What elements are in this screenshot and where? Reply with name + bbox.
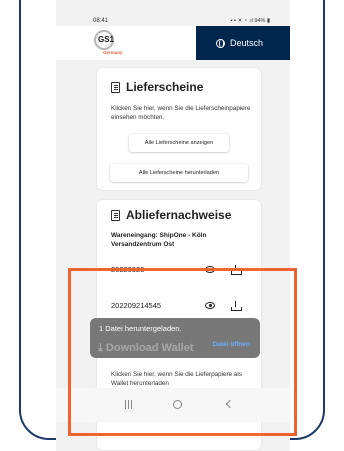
status-bar: 08:41 ▪ ▪ ✕ ◔ .ıl 94% ▮	[56, 10, 290, 26]
delivery-proofs-header: Abliefernachweise	[111, 208, 231, 222]
delivery-notes-header: Lieferscheine	[111, 80, 203, 94]
app-header: GS1 Germany Deutsch	[56, 26, 290, 60]
logo-subtext: Germany	[103, 50, 123, 55]
document-icon	[111, 209, 120, 221]
globe-icon	[216, 38, 225, 48]
download-all-delivery-notes-button[interactable]: Alle Lieferscheine herunterladen	[110, 164, 248, 182]
status-icons: ▪ ▪ ✕ ◔ .ıl 94% ▮	[230, 18, 270, 24]
highlight-box	[68, 268, 297, 436]
show-all-delivery-notes-button[interactable]: Alle Lieferscheine anzeigen	[129, 134, 229, 152]
logo-text: GS1	[98, 35, 115, 44]
receiving-location: Wareneingang: ShipOne - Köln Versandzent…	[111, 232, 207, 248]
document-icon	[111, 81, 120, 93]
battery-level: 94%	[254, 18, 266, 24]
gs1-logo[interactable]: GS1 Germany	[94, 30, 123, 56]
screenshot-canvas: 08:41 ▪ ▪ ✕ ◔ .ıl 94% ▮ GS1 Germany Deut…	[0, 0, 344, 451]
delivery-notes-title: Lieferscheine	[126, 80, 204, 94]
language-label: Deutsch	[230, 38, 264, 48]
delivery-proofs-title: Abliefernachweise	[126, 208, 232, 222]
language-button[interactable]: Deutsch	[196, 26, 290, 60]
delivery-notes-description: Klicken Sie hier, wenn Sie die Liefersch…	[111, 105, 251, 121]
delivery-notes-card: Lieferscheine Klicken Sie hier, wenn Sie…	[97, 68, 261, 190]
status-time: 08:41	[93, 18, 109, 24]
